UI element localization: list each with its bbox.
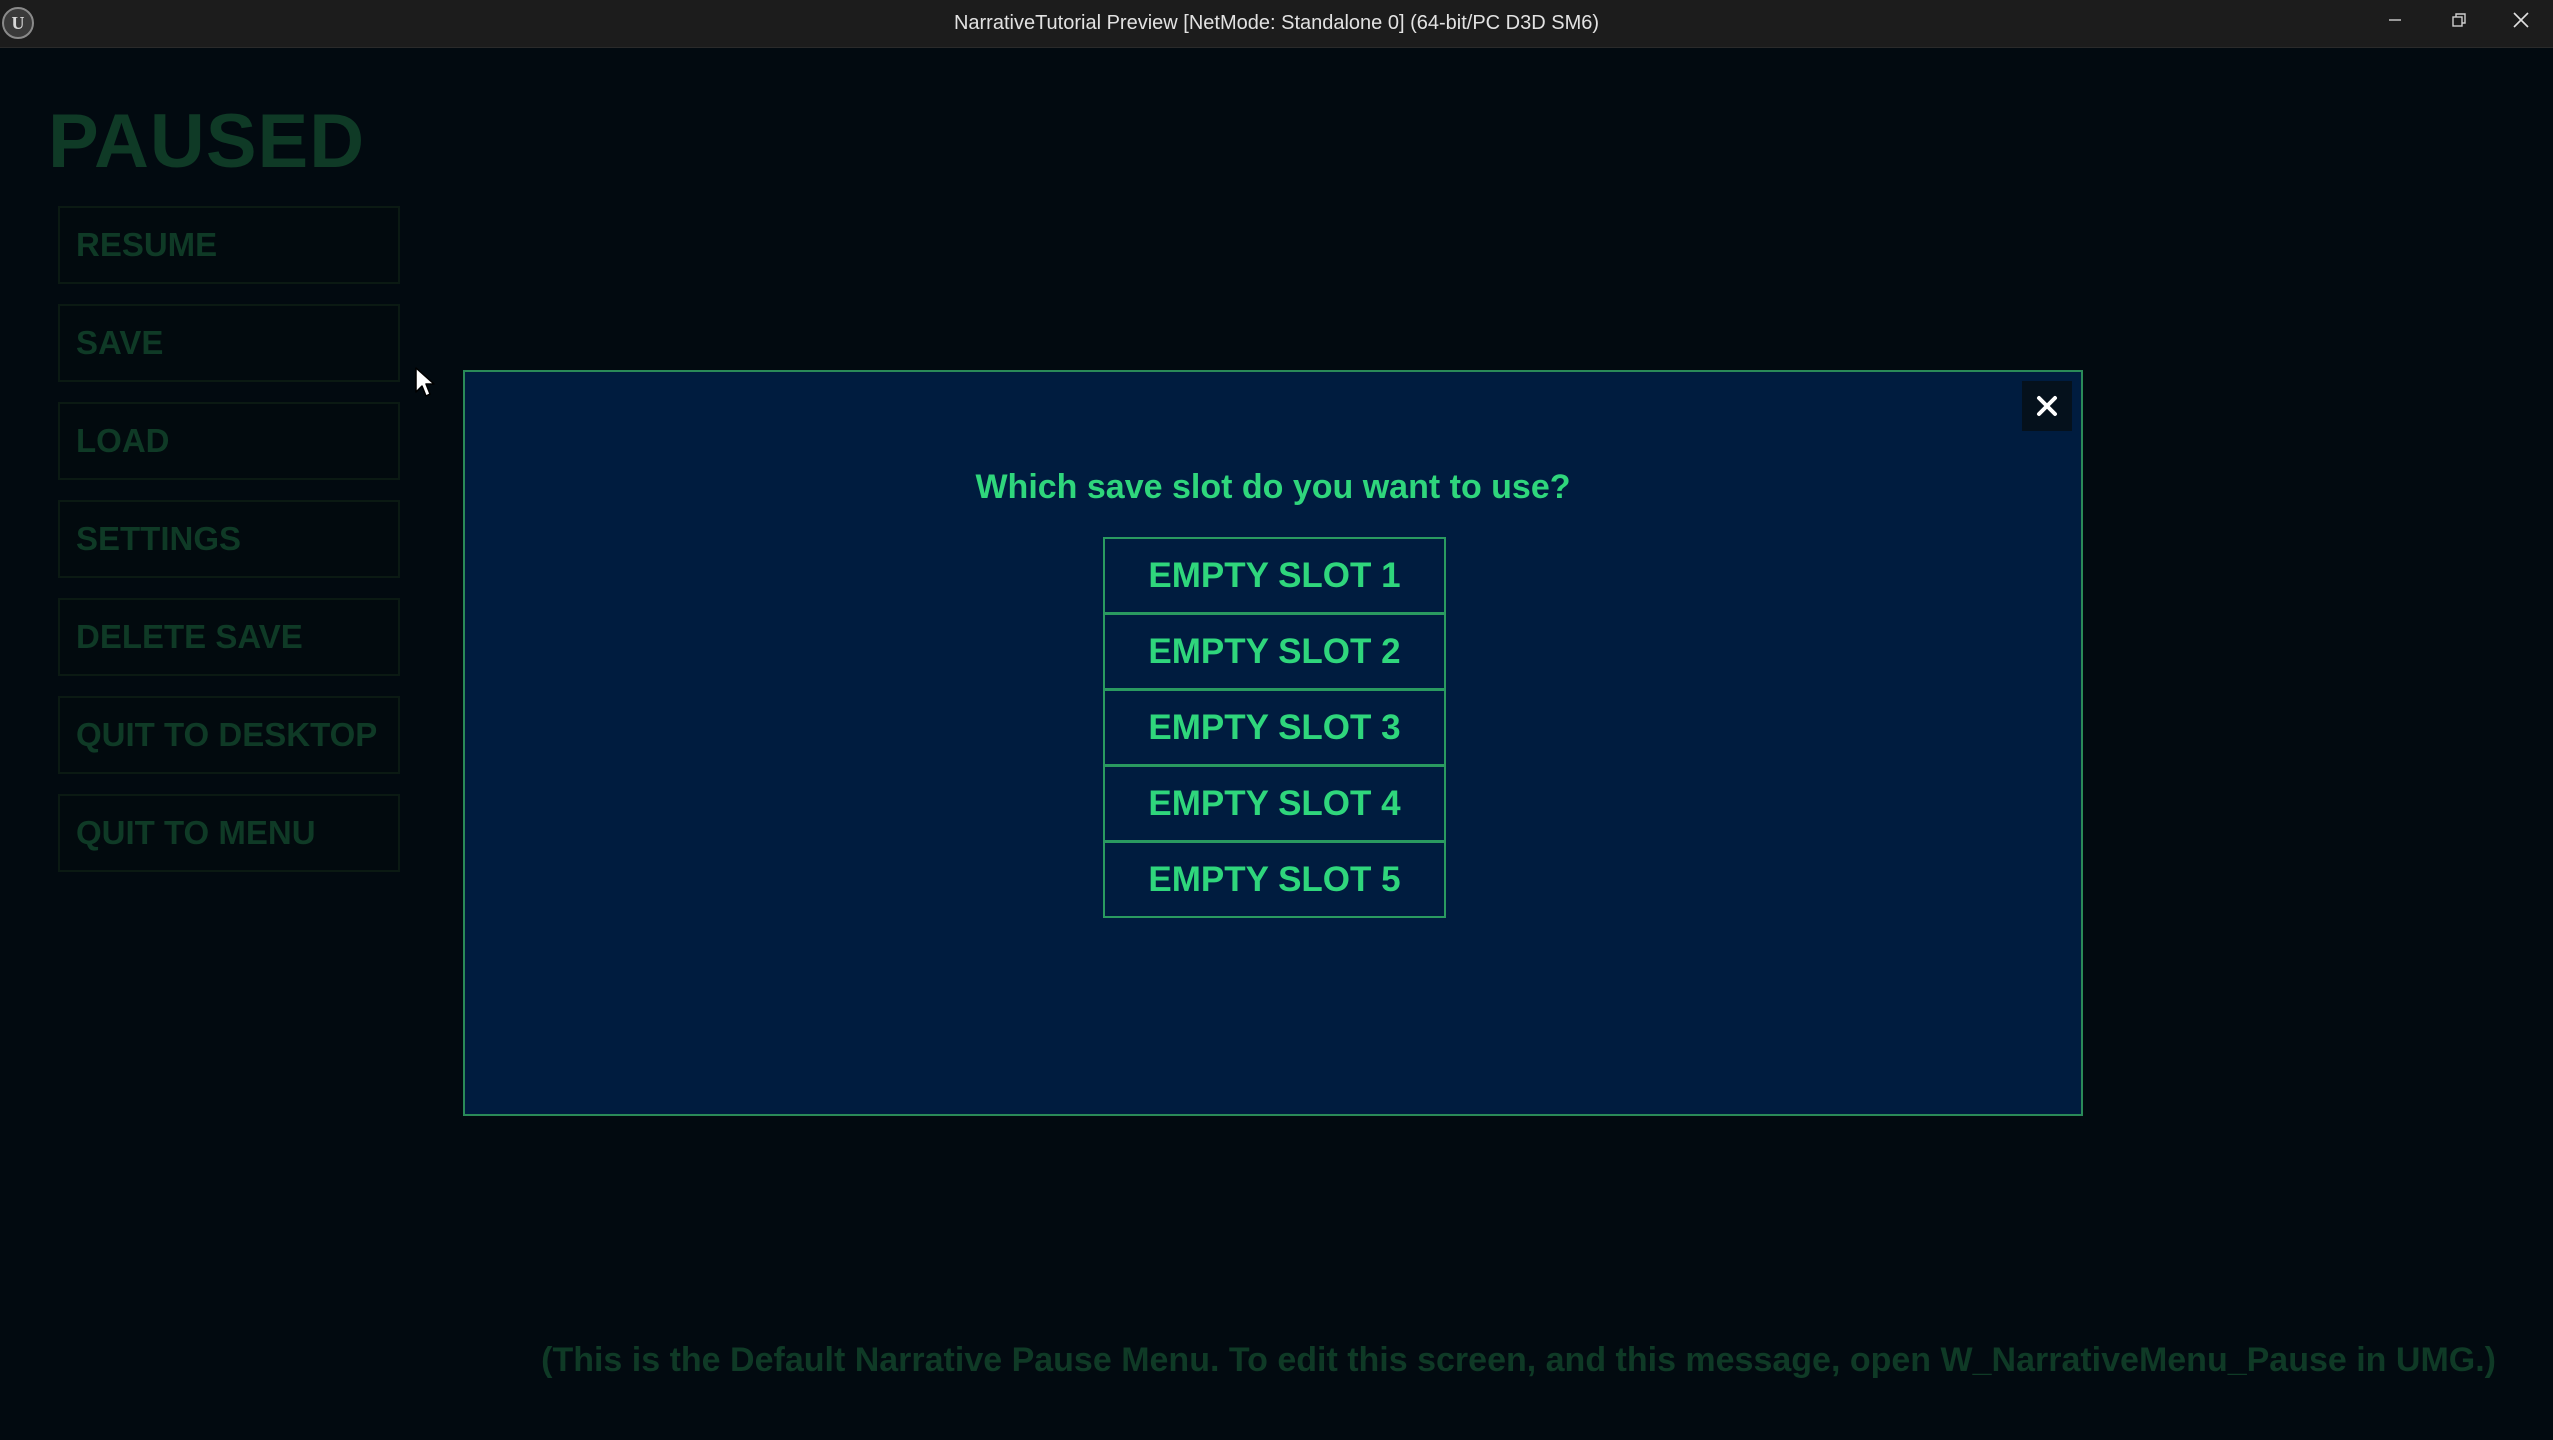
resume-button[interactable]: RESUME — [58, 206, 400, 284]
restore-icon — [2452, 13, 2466, 27]
restore-button[interactable] — [2428, 0, 2490, 40]
save-slot-1-button[interactable]: EMPTY SLOT 1 — [1103, 537, 1446, 614]
paused-title: PAUSED — [48, 99, 366, 184]
dialog-question: Which save slot do you want to use? — [975, 468, 1571, 506]
save-slot-4-button[interactable]: EMPTY SLOT 4 — [1103, 765, 1446, 842]
close-icon — [2037, 396, 2057, 416]
minimize-button[interactable] — [2364, 0, 2426, 40]
load-button[interactable]: LOAD — [58, 402, 400, 480]
pause-menu-footer-note: (This is the Default Narrative Pause Men… — [541, 1341, 2496, 1379]
save-slot-2-button[interactable]: EMPTY SLOT 2 — [1103, 613, 1446, 690]
window-titlebar: U NarrativeTutorial Preview [NetMode: St… — [0, 0, 2553, 48]
save-slot-list: EMPTY SLOT 1 EMPTY SLOT 2 EMPTY SLOT 3 E… — [1103, 537, 1446, 918]
save-button[interactable]: SAVE — [58, 304, 400, 382]
dialog-close-button[interactable] — [2022, 381, 2072, 431]
save-slot-3-button[interactable]: EMPTY SLOT 3 — [1103, 689, 1446, 766]
save-slot-5-button[interactable]: EMPTY SLOT 5 — [1103, 841, 1446, 918]
quit-to-menu-button[interactable]: QUIT TO MENU — [58, 794, 400, 872]
save-slot-dialog: Which save slot do you want to use? EMPT… — [463, 370, 2083, 1116]
quit-to-desktop-button[interactable]: QUIT TO DESKTOP — [58, 696, 400, 774]
mouse-cursor-icon — [415, 367, 435, 397]
window-close-button[interactable] — [2490, 0, 2552, 40]
window-title: NarrativeTutorial Preview [NetMode: Stan… — [953, 12, 1600, 34]
game-viewport: PAUSED RESUME SAVE LOAD SETTINGS DELETE … — [0, 48, 2553, 1440]
minimize-icon — [2389, 19, 2401, 21]
settings-button[interactable]: SETTINGS — [58, 500, 400, 578]
delete-save-button[interactable]: DELETE SAVE — [58, 598, 400, 676]
close-icon — [2513, 12, 2529, 28]
